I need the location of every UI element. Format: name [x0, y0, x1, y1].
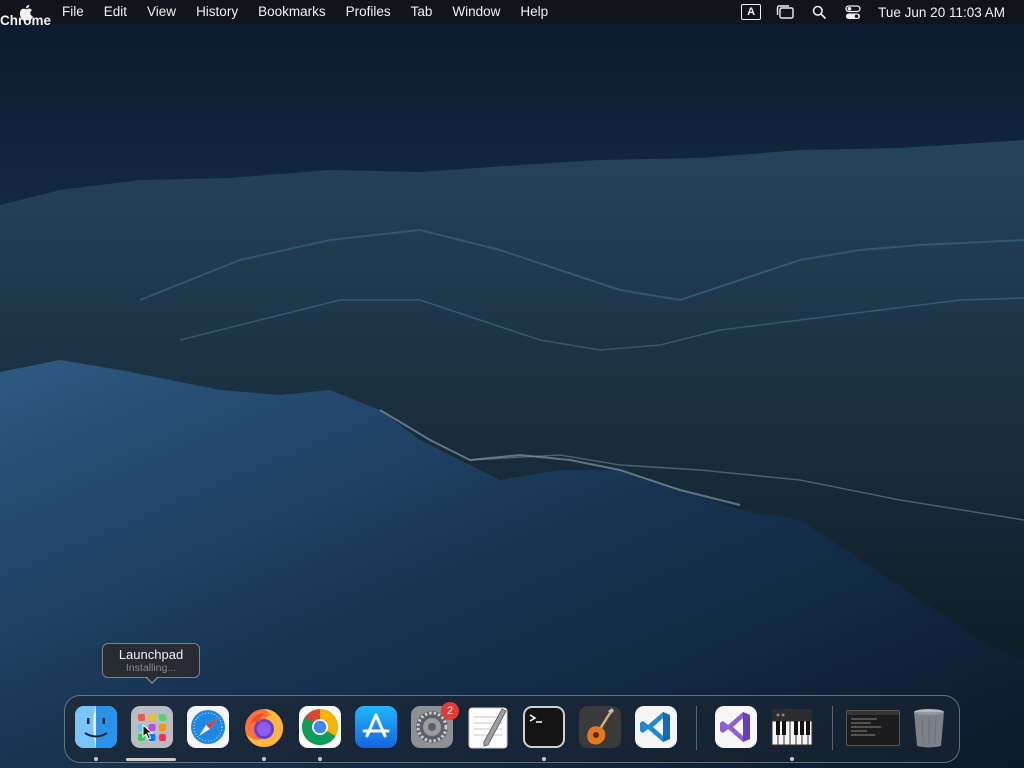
- launchpad-progress-bar: [126, 758, 176, 761]
- menu-help[interactable]: Help: [510, 0, 558, 24]
- dock-separator-2: [832, 706, 833, 750]
- dock-separator: [696, 706, 697, 750]
- dock-tooltip: Launchpad Installing...: [102, 643, 200, 684]
- trash-icon[interactable]: [907, 705, 951, 749]
- settings-notification-badge: 2: [441, 702, 459, 720]
- input-source-icon[interactable]: A: [741, 4, 762, 20]
- garageband-icon[interactable]: [578, 705, 622, 749]
- stage-manager-icon[interactable]: [775, 4, 795, 20]
- visual-studio-icon[interactable]: [714, 705, 758, 749]
- chrome-running-dot: [318, 757, 322, 761]
- menu-window[interactable]: Window: [442, 0, 510, 24]
- piano-running-dot: [790, 757, 794, 761]
- menu-profiles[interactable]: Profiles: [336, 0, 401, 24]
- menu-bookmarks[interactable]: Bookmarks: [248, 0, 336, 24]
- vscode-icon[interactable]: [634, 705, 678, 749]
- control-center-icon[interactable]: [843, 4, 863, 20]
- menu-edit[interactable]: Edit: [94, 0, 137, 24]
- finder-running-dot: [94, 757, 98, 761]
- minimized-window-thumbnail[interactable]: [846, 710, 900, 746]
- chrome-icon[interactable]: [298, 705, 342, 749]
- app-store-icon[interactable]: [354, 705, 398, 749]
- safari-icon[interactable]: [186, 705, 230, 749]
- menu-bar: Chrome File Edit View History Bookmarks …: [0, 0, 1024, 28]
- terminal-running-dot: [542, 757, 546, 761]
- finder-icon[interactable]: [74, 705, 118, 749]
- spotlight-search-icon[interactable]: [809, 4, 829, 20]
- tooltip-subtitle: Installing...: [125, 662, 177, 674]
- dock: 2: [64, 695, 960, 763]
- firefox-icon[interactable]: [242, 705, 286, 749]
- terminal-icon[interactable]: [522, 705, 566, 749]
- textedit-icon[interactable]: [466, 705, 510, 749]
- tooltip-title: Launchpad: [118, 647, 184, 662]
- input-source-label: A: [741, 4, 762, 20]
- menu-clock[interactable]: Tue Jun 20 11:03 AM: [878, 5, 1005, 20]
- menu-app-name[interactable]: Chrome: [0, 9, 54, 53]
- firefox-running-dot: [262, 757, 266, 761]
- menu-tab[interactable]: Tab: [401, 0, 443, 24]
- piano-icon[interactable]: [770, 705, 814, 749]
- menu-file[interactable]: File: [52, 0, 94, 24]
- menu-view[interactable]: View: [137, 0, 186, 24]
- menu-history[interactable]: History: [186, 0, 248, 24]
- launchpad-icon[interactable]: [130, 705, 174, 749]
